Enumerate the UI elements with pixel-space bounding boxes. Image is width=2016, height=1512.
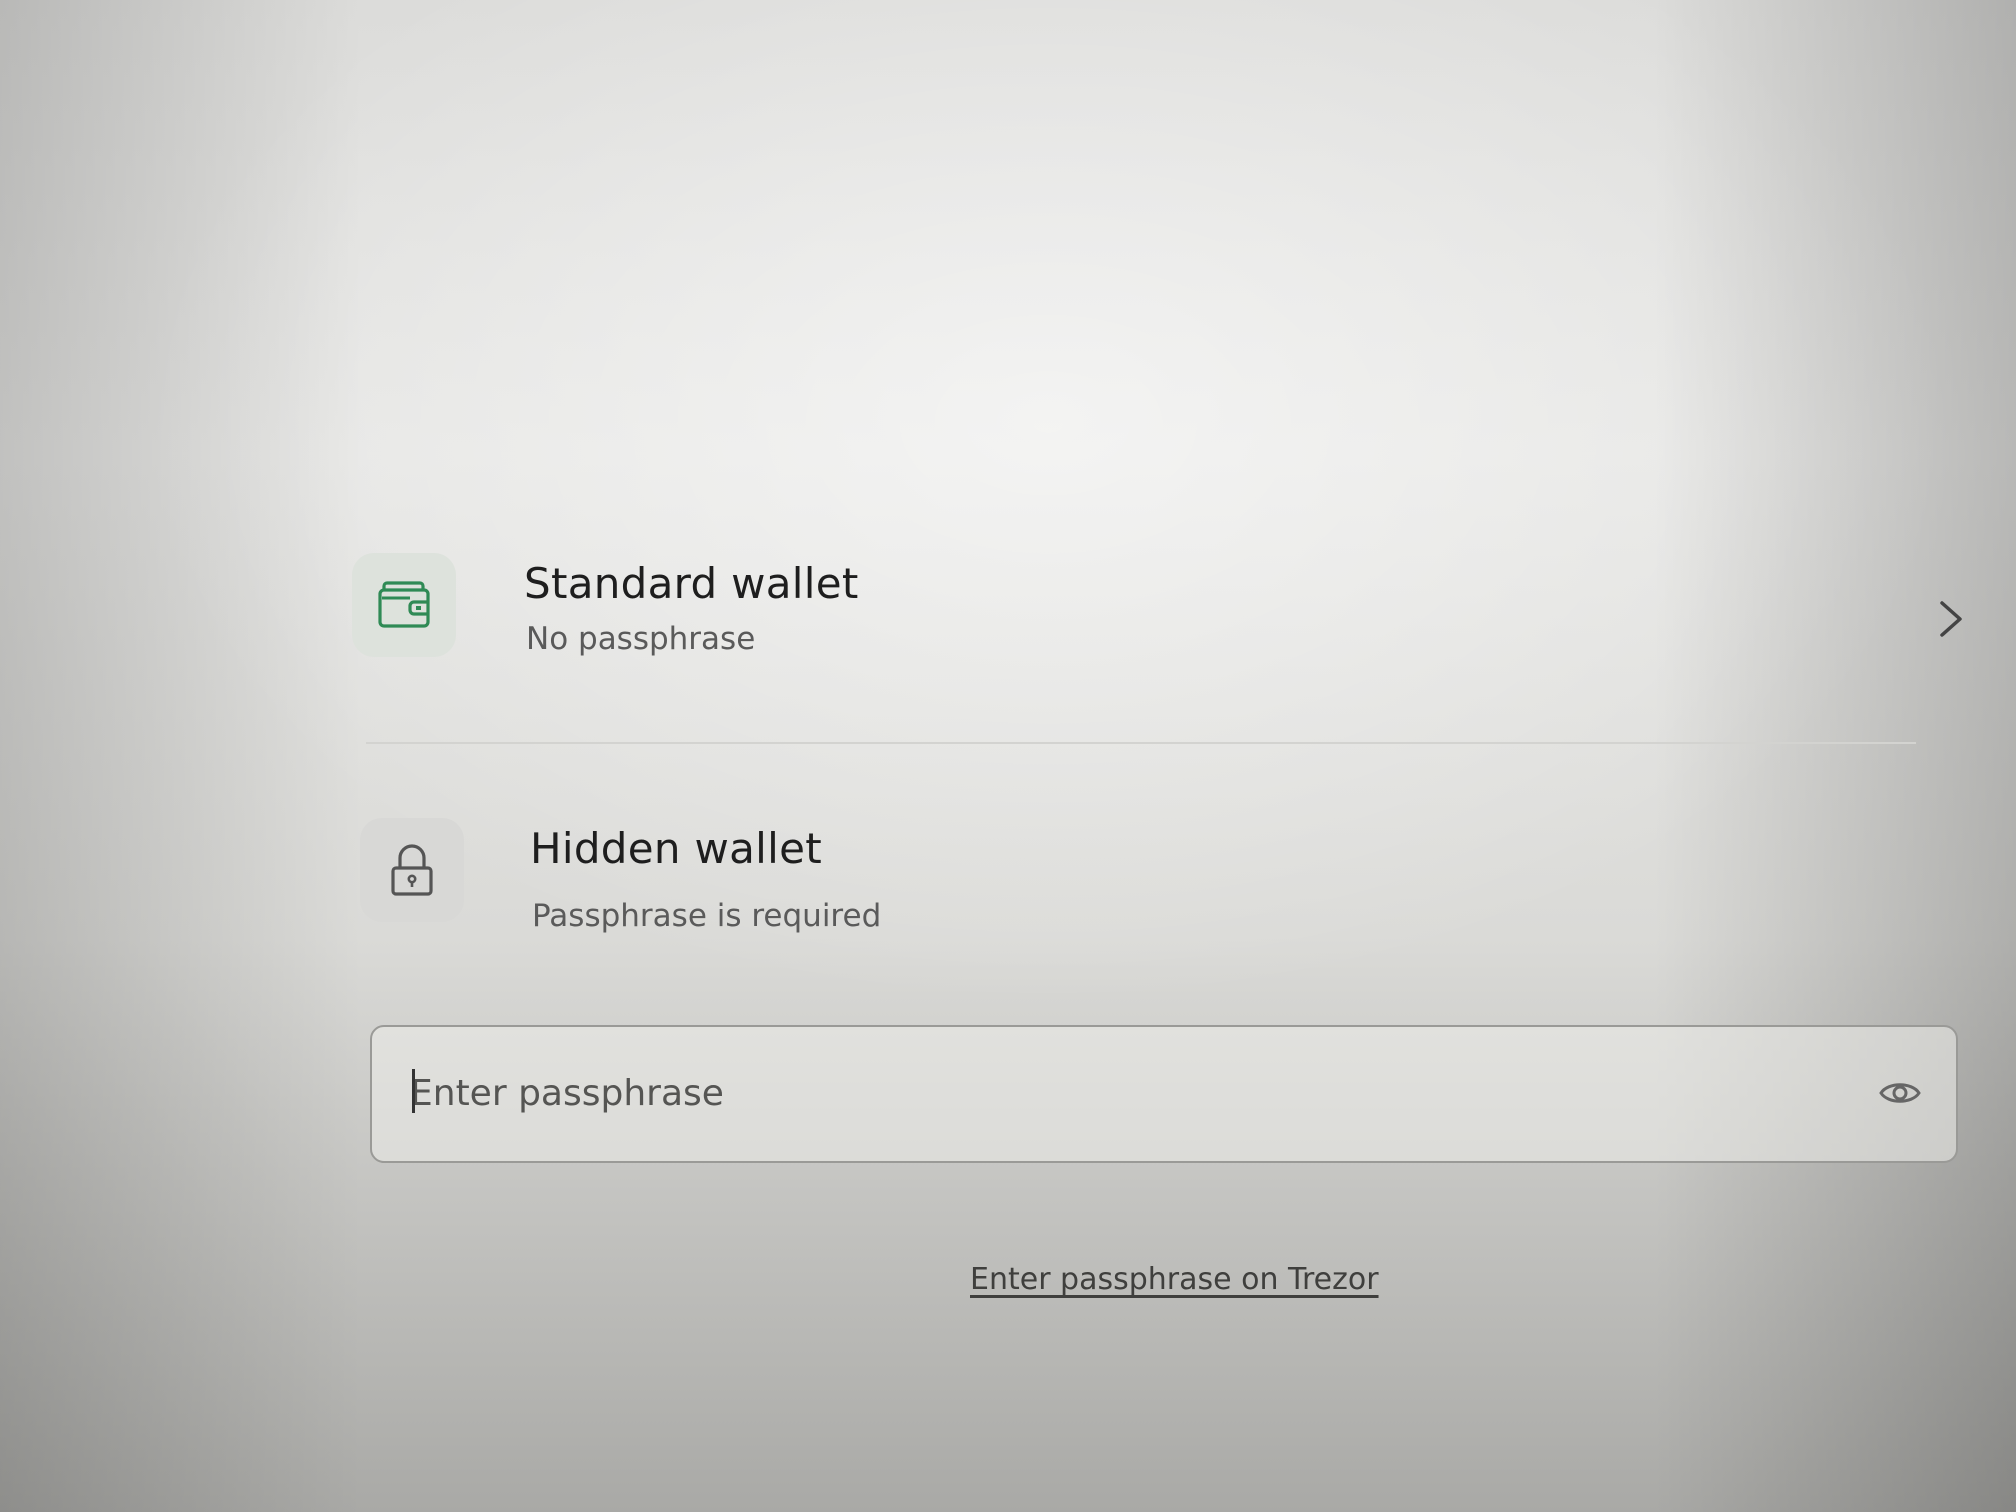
standard-wallet-icon-box — [352, 553, 456, 657]
lock-icon — [391, 844, 433, 896]
hidden-wallet-icon-box — [360, 818, 464, 922]
standard-wallet-option[interactable]: Standard wallet No passphrase — [352, 545, 1992, 695]
enter-passphrase-on-trezor-link[interactable]: Enter passphrase on Trezor — [970, 1262, 1379, 1297]
standard-wallet-title: Standard wallet — [524, 559, 859, 608]
wallet-icon — [378, 581, 430, 628]
hidden-wallet-option[interactable]: Hidden wallet Passphrase is required — [352, 810, 1992, 960]
chevron-right-icon — [1940, 601, 1962, 637]
text-caret — [412, 1069, 415, 1113]
passphrase-input[interactable] — [410, 1053, 1790, 1133]
options-divider — [366, 742, 1916, 744]
show-passphrase-toggle[interactable] — [1878, 1075, 1922, 1111]
passphrase-field[interactable] — [370, 1025, 1958, 1163]
hidden-wallet-description: Passphrase is required — [532, 898, 882, 934]
hidden-wallet-title: Hidden wallet — [530, 824, 823, 873]
eye-icon — [1879, 1083, 1921, 1103]
standard-wallet-description: No passphrase — [526, 621, 756, 657]
